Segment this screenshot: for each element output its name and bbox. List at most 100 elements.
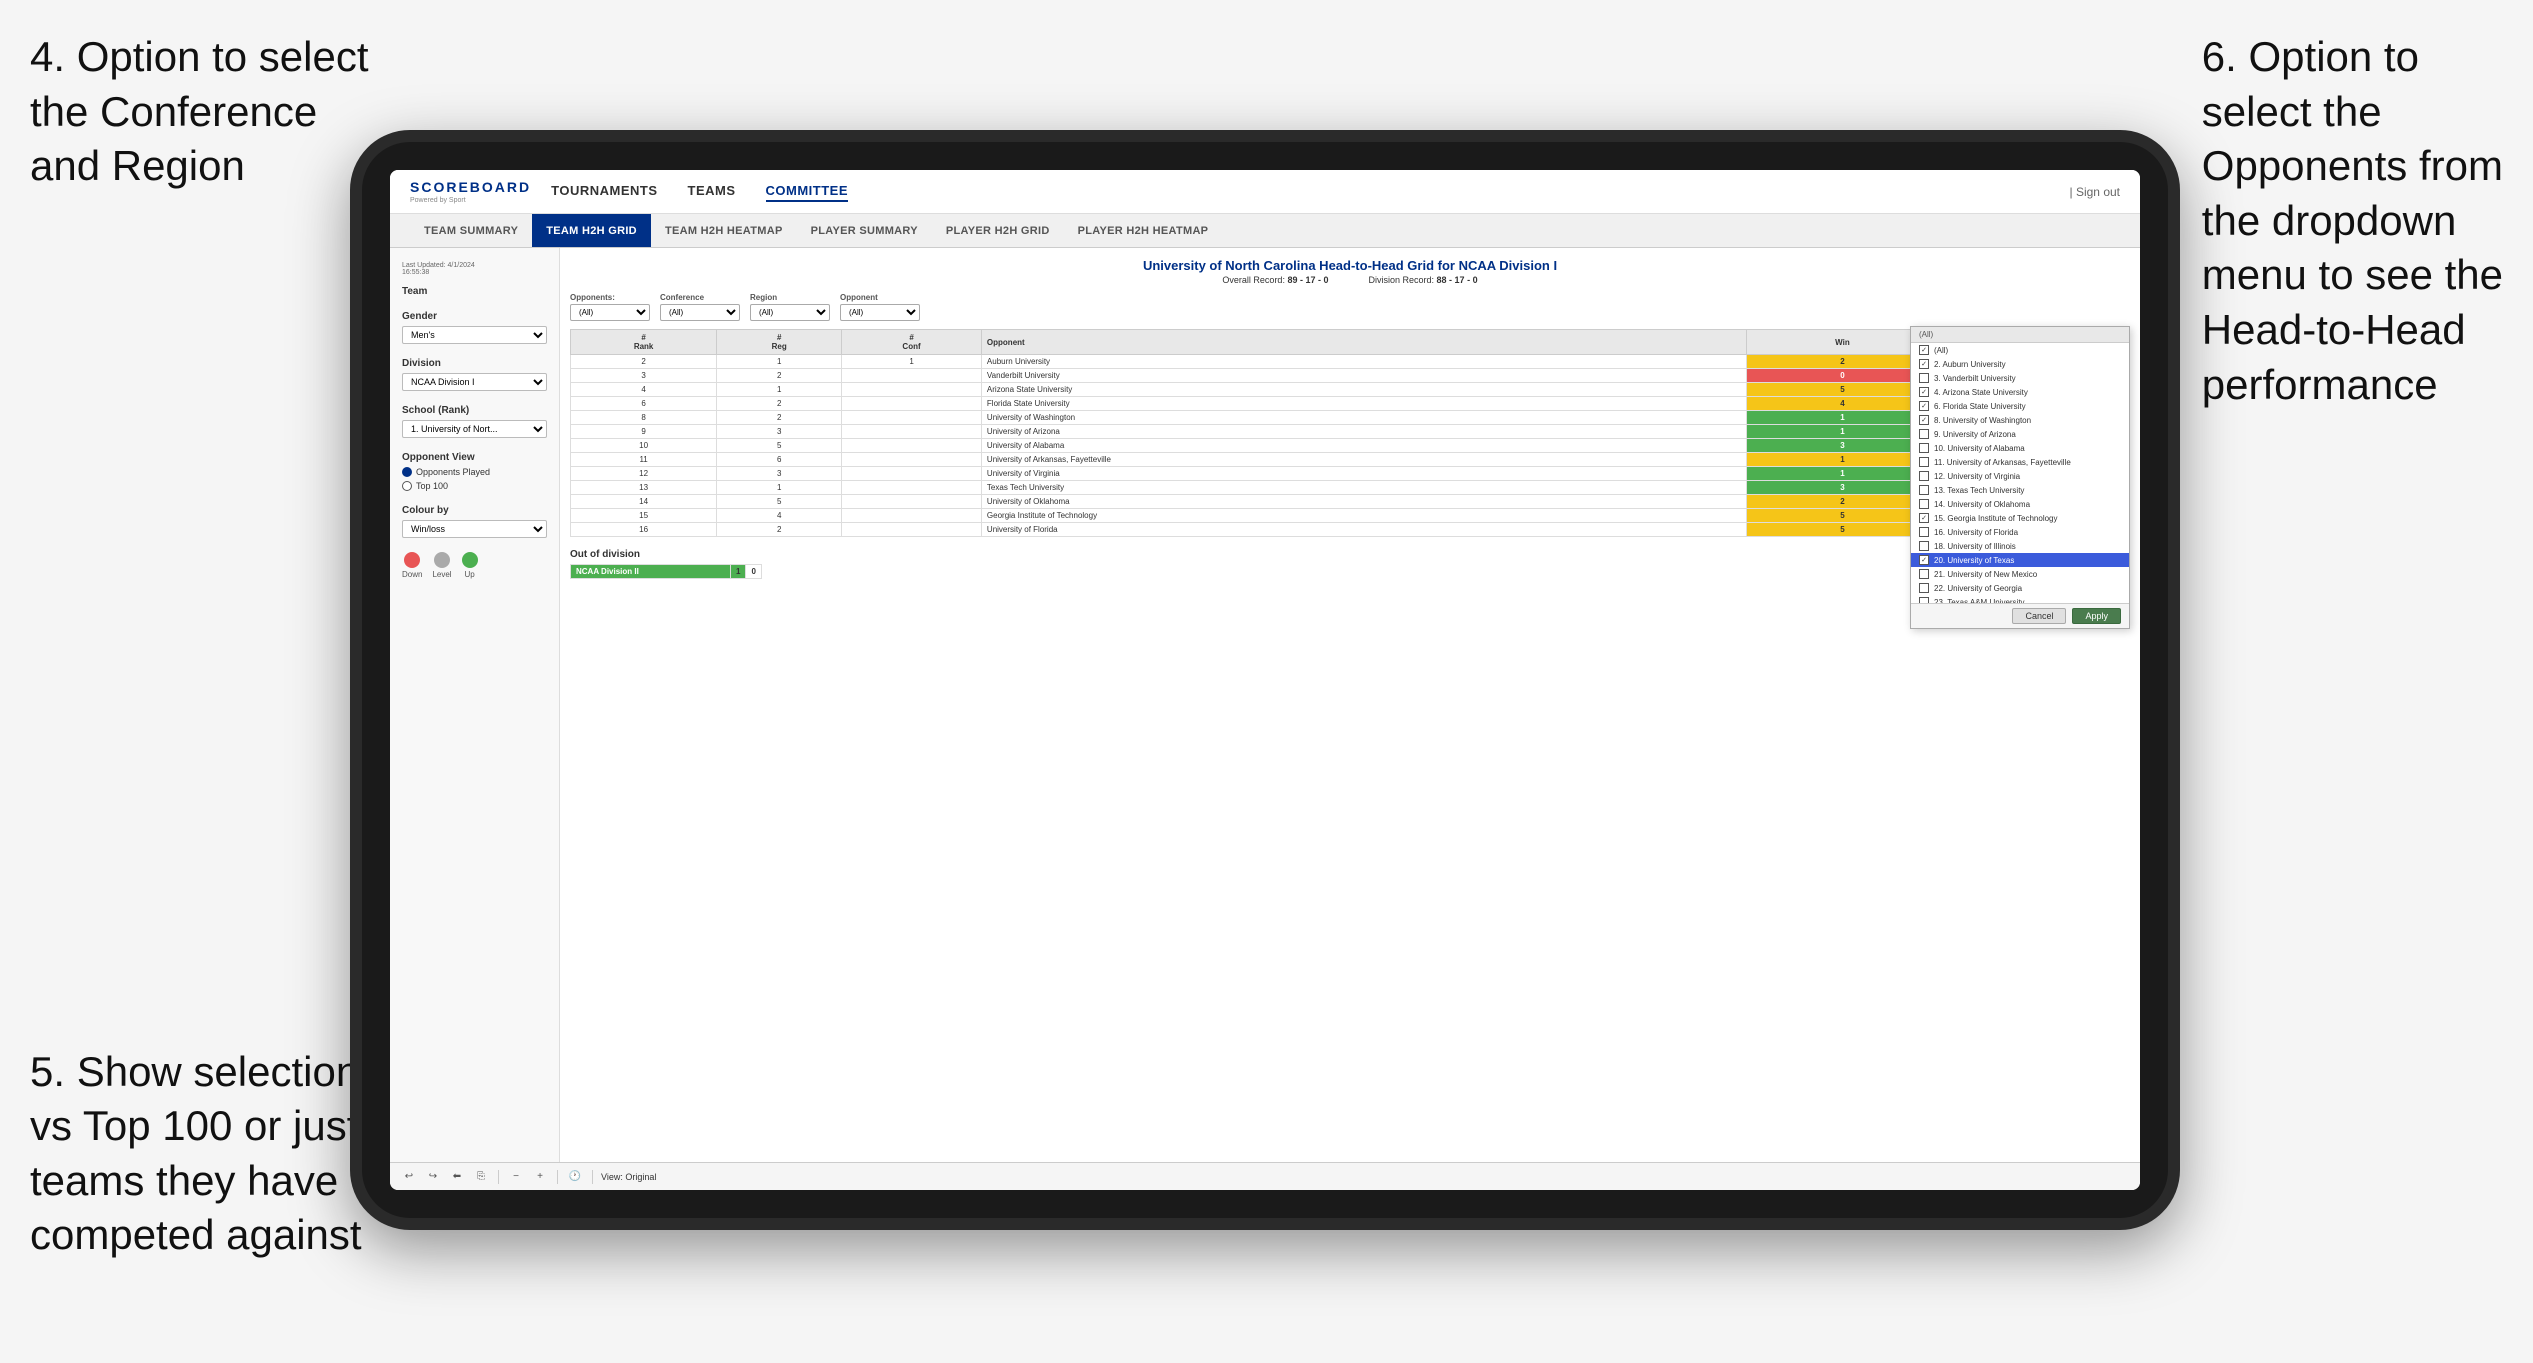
- dropdown-item[interactable]: 13. Texas Tech University: [1911, 483, 2129, 497]
- cell-conf: [842, 425, 982, 439]
- dropdown-item-label: 2. Auburn University: [1934, 360, 2006, 369]
- dropdown-item[interactable]: 14. University of Oklahoma: [1911, 497, 2129, 511]
- opponent-filter-select[interactable]: (All): [840, 304, 920, 321]
- colour-level: Level: [432, 552, 451, 579]
- cell-opponent: University of Florida: [981, 523, 1746, 537]
- plus-icon[interactable]: +: [531, 1168, 549, 1186]
- division-select[interactable]: NCAA Division I: [402, 373, 547, 391]
- view-label: View: Original: [601, 1172, 656, 1182]
- nav-sign-out[interactable]: | Sign out: [2070, 185, 2120, 199]
- dropdown-item[interactable]: 9. University of Arizona: [1911, 427, 2129, 441]
- cell-conf: [842, 411, 982, 425]
- conference-filter-select[interactable]: (All): [660, 304, 740, 321]
- dropdown-item-label: 11. University of Arkansas, Fayetteville: [1934, 458, 2071, 467]
- dropdown-item-label: 23. Texas A&M University: [1934, 598, 2025, 604]
- tab-team-h2h-heatmap[interactable]: TEAM H2H HEATMAP: [651, 214, 797, 247]
- out-div-win: 1: [731, 565, 746, 579]
- cell-conf: [842, 481, 982, 495]
- cell-opponent: Florida State University: [981, 397, 1746, 411]
- dropdown-checkbox: [1919, 527, 1929, 537]
- cell-rank: 3: [571, 369, 717, 383]
- opponent-dropdown[interactable]: (All)✓(All)✓2. Auburn University3. Vande…: [1910, 326, 2130, 629]
- dropdown-item[interactable]: ✓(All): [1911, 343, 2129, 357]
- table-row: 6 2 Florida State University 4 2: [571, 397, 2130, 411]
- colour-label: Colour by: [402, 505, 547, 516]
- cell-reg: 5: [717, 495, 842, 509]
- dropdown-item[interactable]: 23. Texas A&M University: [1911, 595, 2129, 603]
- cell-opponent: University of Arizona: [981, 425, 1746, 439]
- h2h-table: #Rank #Reg #Conf Opponent Win Loss 2 1 1…: [570, 329, 2130, 537]
- nav-tournaments[interactable]: TOURNAMENTS: [551, 181, 657, 202]
- cell-opponent: Texas Tech University: [981, 481, 1746, 495]
- school-select[interactable]: 1. University of Nort...: [402, 420, 547, 438]
- minus-icon[interactable]: −: [507, 1168, 525, 1186]
- cell-rank: 13: [571, 481, 717, 495]
- nav-committee[interactable]: COMMITTEE: [766, 181, 849, 202]
- region-filter-label: Region: [750, 293, 830, 302]
- apply-button[interactable]: Apply: [2072, 608, 2121, 624]
- cancel-button[interactable]: Cancel: [2012, 608, 2066, 624]
- tab-player-h2h-grid[interactable]: PLAYER H2H GRID: [932, 214, 1064, 247]
- colour-down: Down: [402, 552, 422, 579]
- dropdown-item[interactable]: 10. University of Alabama: [1911, 441, 2129, 455]
- cell-conf: [842, 369, 982, 383]
- dropdown-item[interactable]: ✓15. Georgia Institute of Technology: [1911, 511, 2129, 525]
- out-div-name: NCAA Division II: [571, 565, 731, 579]
- copy-icon[interactable]: ⎘: [472, 1168, 490, 1186]
- table-row: 16 2 University of Florida 5 1: [571, 523, 2130, 537]
- annotation-top-right: 6. Option to select the Opponents from t…: [2202, 30, 2503, 412]
- nav-teams[interactable]: TEAMS: [688, 181, 736, 202]
- record-row: Overall Record: 89 - 17 - 0 Division Rec…: [570, 275, 2130, 285]
- back-icon[interactable]: ⬅: [448, 1168, 466, 1186]
- tab-team-summary[interactable]: TEAM SUMMARY: [410, 214, 532, 247]
- cell-conf: [842, 495, 982, 509]
- dropdown-item[interactable]: ✓8. University of Washington: [1911, 413, 2129, 427]
- col-rank: #Rank: [571, 330, 717, 355]
- cell-rank: 8: [571, 411, 717, 425]
- radio-top-100[interactable]: Top 100: [402, 481, 547, 491]
- radio-opponents-played[interactable]: Opponents Played: [402, 467, 547, 477]
- opponents-filter-select[interactable]: (All): [570, 304, 650, 321]
- dropdown-item[interactable]: 18. University of Illinois: [1911, 539, 2129, 553]
- dropdown-item-label: 12. University of Virginia: [1934, 472, 2020, 481]
- tab-player-summary[interactable]: PLAYER SUMMARY: [797, 214, 932, 247]
- dropdown-checkbox: [1919, 457, 1929, 467]
- dropdown-item[interactable]: ✓6. Florida State University: [1911, 399, 2129, 413]
- nav-bar: SCOREBOARD Powered by Sport TOURNAMENTS …: [390, 170, 2140, 214]
- dropdown-item[interactable]: ✓20. University of Texas: [1911, 553, 2129, 567]
- clock-icon[interactable]: 🕐: [566, 1168, 584, 1186]
- region-filter-select[interactable]: (All): [750, 304, 830, 321]
- dropdown-item[interactable]: ✓ 4. Arizona State University: [1911, 385, 2129, 399]
- colour-dot-level: [434, 552, 450, 568]
- undo-icon[interactable]: ↩: [400, 1168, 418, 1186]
- redo-icon[interactable]: ↪: [424, 1168, 442, 1186]
- team-section: Team: [402, 286, 547, 297]
- dropdown-item[interactable]: 12. University of Virginia: [1911, 469, 2129, 483]
- colour-select[interactable]: Win/loss: [402, 520, 547, 538]
- dropdown-item[interactable]: 16. University of Florida: [1911, 525, 2129, 539]
- dropdown-item[interactable]: 3. Vanderbilt University: [1911, 371, 2129, 385]
- colour-section: Colour by Win/loss: [402, 505, 547, 538]
- dropdown-item[interactable]: 21. University of New Mexico: [1911, 567, 2129, 581]
- cell-rank: 12: [571, 467, 717, 481]
- dropdown-item-label: 10. University of Alabama: [1934, 444, 2025, 453]
- dropdown-item-label: 4. Arizona State University: [1934, 388, 2028, 397]
- gender-label: Gender: [402, 311, 547, 322]
- tab-team-h2h-grid[interactable]: TEAM H2H GRID: [532, 214, 651, 247]
- cell-reg: 1: [717, 481, 842, 495]
- dropdown-item[interactable]: 22. University of Georgia: [1911, 581, 2129, 595]
- tab-player-h2h-heatmap[interactable]: PLAYER H2H HEATMAP: [1064, 214, 1223, 247]
- conference-filter: Conference (All): [660, 293, 740, 321]
- dropdown-header: (All): [1911, 327, 2129, 343]
- cell-rank: 11: [571, 453, 717, 467]
- division-label: Division: [402, 358, 547, 369]
- dropdown-checkbox: [1919, 541, 1929, 551]
- dropdown-item[interactable]: 11. University of Arkansas, Fayetteville: [1911, 455, 2129, 469]
- dropdown-checkbox: ✓: [1919, 387, 1929, 397]
- cell-opponent: University of Washington: [981, 411, 1746, 425]
- cell-reg: 4: [717, 509, 842, 523]
- gender-select[interactable]: Men's: [402, 326, 547, 344]
- dropdown-item[interactable]: ✓2. Auburn University: [1911, 357, 2129, 371]
- main-content: Last Updated: 4/1/2024 16:55:38 Team Gen…: [390, 248, 2140, 1162]
- dropdown-item-label: 21. University of New Mexico: [1934, 570, 2037, 579]
